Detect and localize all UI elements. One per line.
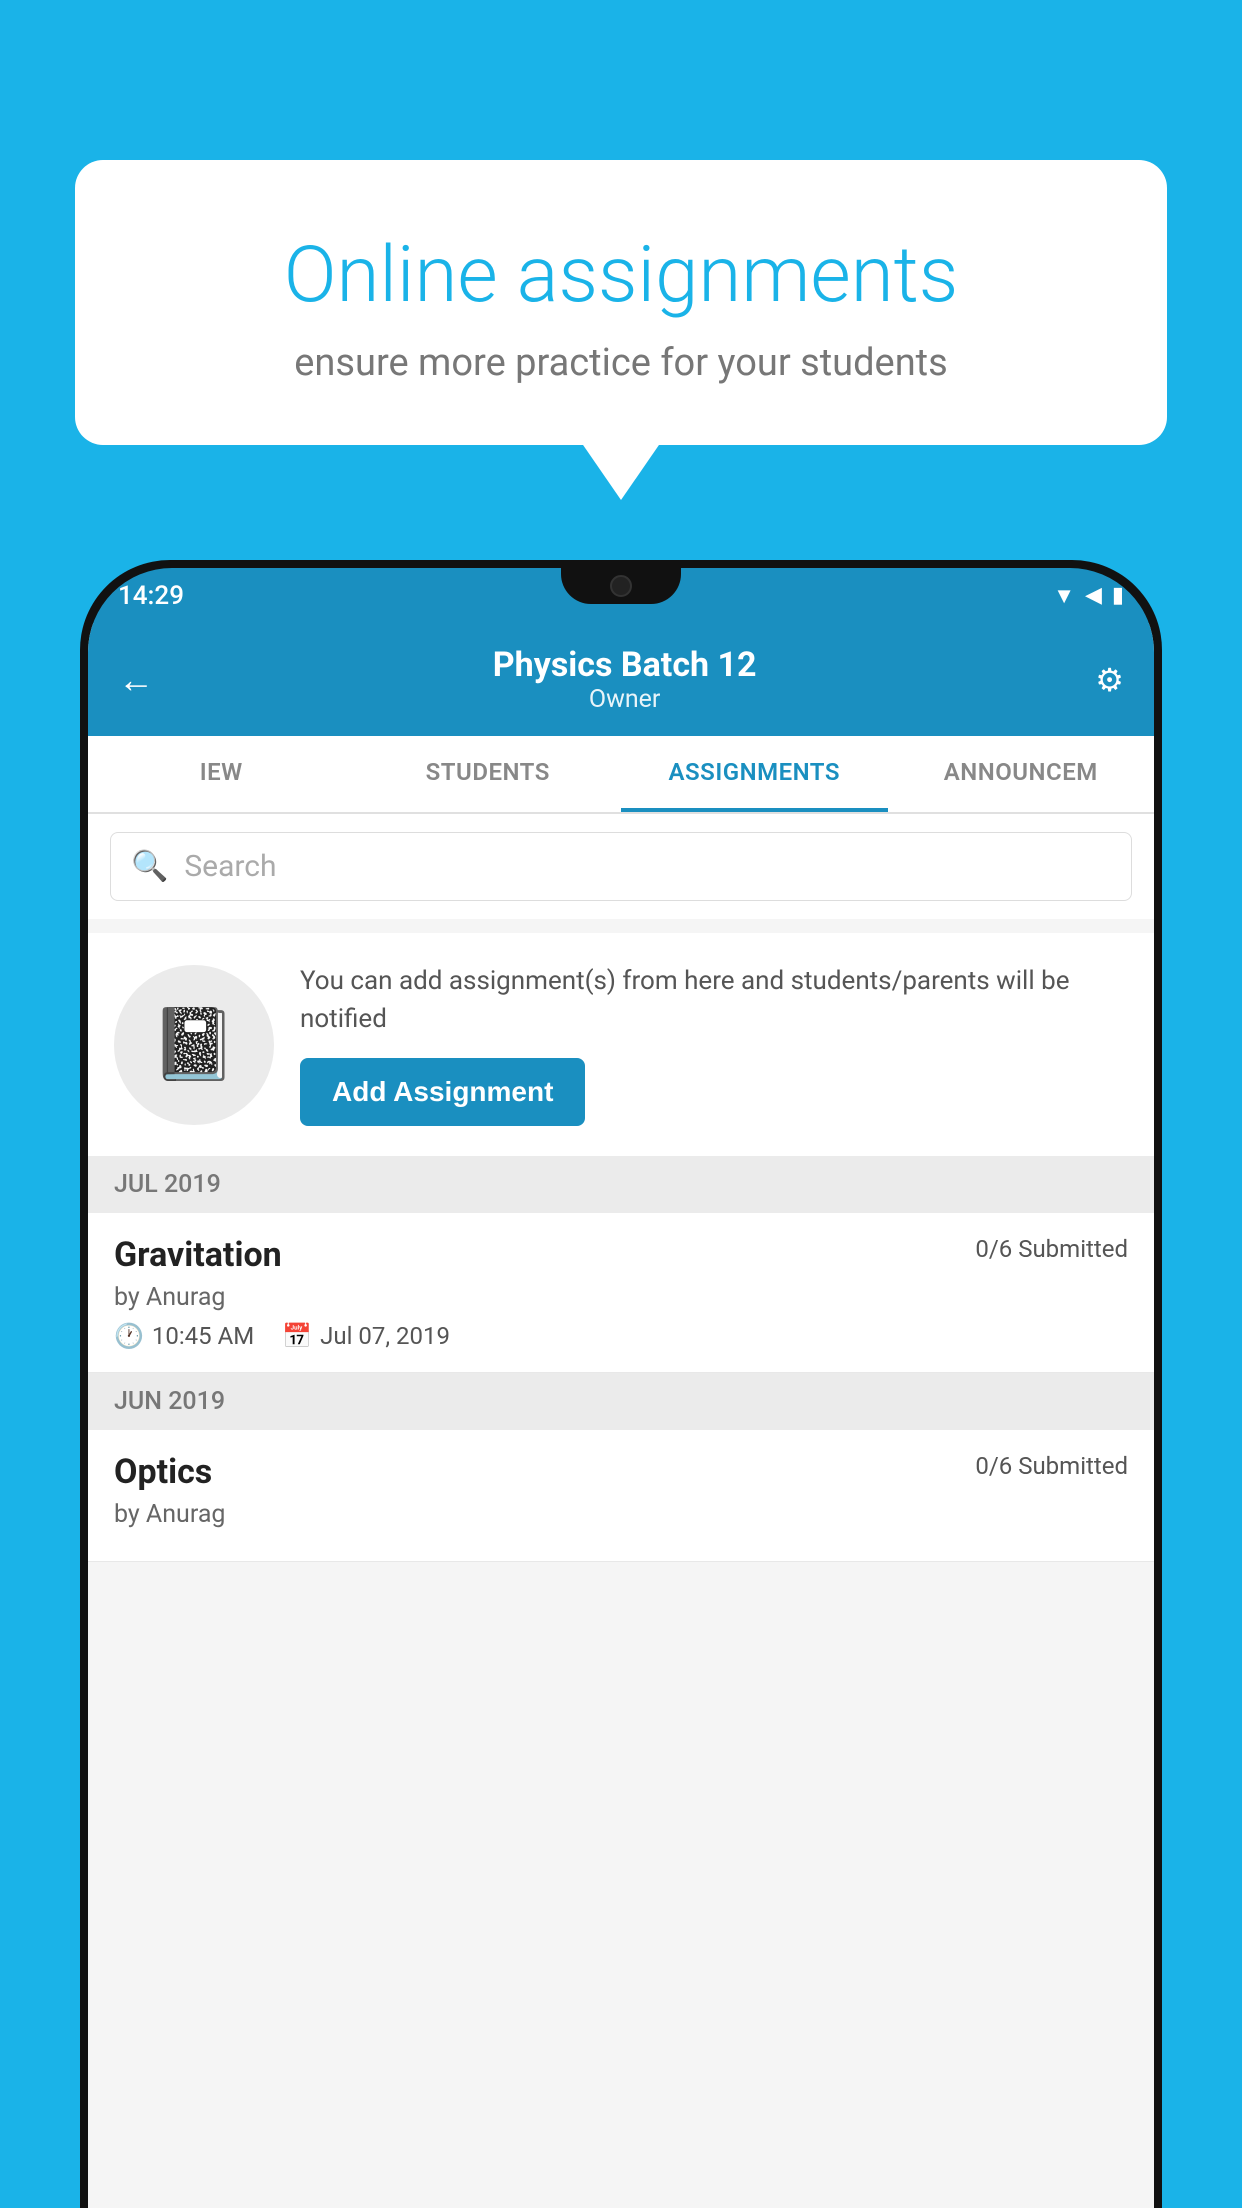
assignment-author-gravitation: by Anurag — [114, 1283, 1128, 1312]
add-assignment-button[interactable]: Add Assignment — [300, 1058, 585, 1126]
month-header-jul: JUL 2019 — [88, 1156, 1154, 1213]
signal-icon: ◀ — [1085, 583, 1102, 608]
assignment-top-optics: Optics 0/6 Submitted — [114, 1452, 1128, 1492]
status-icons: ▼ ◀ ▮ — [1053, 583, 1124, 609]
promo-icon-circle: 📓 — [114, 965, 274, 1125]
promo-section: 📓 You can add assignment(s) from here an… — [88, 933, 1154, 1156]
app-bar-center: Physics Batch 12 Owner — [493, 645, 757, 714]
assignment-item-optics[interactable]: Optics 0/6 Submitted by Anurag — [88, 1430, 1154, 1562]
assignment-title-optics: Optics — [114, 1452, 212, 1492]
tabs-container: IEW STUDENTS ASSIGNMENTS ANNOUNCEM — [88, 736, 1154, 814]
settings-button[interactable]: ⚙ — [1095, 661, 1124, 699]
calendar-icon: 📅 — [282, 1322, 312, 1350]
assignment-time: 10:45 AM — [152, 1322, 254, 1350]
wifi-icon: ▼ — [1053, 583, 1075, 609]
assignment-date: Jul 07, 2019 — [320, 1322, 450, 1350]
assignment-title-gravitation: Gravitation — [114, 1235, 282, 1275]
promo-text-block: You can add assignment(s) from here and … — [300, 963, 1128, 1126]
speech-bubble-section: Online assignments ensure more practice … — [75, 160, 1167, 445]
status-time: 14:29 — [118, 581, 184, 611]
assignment-item-gravitation[interactable]: Gravitation 0/6 Submitted by Anurag 🕐 10… — [88, 1213, 1154, 1373]
assignment-date-item: 📅 Jul 07, 2019 — [282, 1322, 450, 1350]
assignment-author-optics: by Anurag — [114, 1500, 1128, 1529]
assignment-top: Gravitation 0/6 Submitted — [114, 1235, 1128, 1275]
app-bar-title: Physics Batch 12 — [493, 645, 757, 685]
front-camera — [610, 575, 632, 597]
tab-students[interactable]: STUDENTS — [355, 736, 622, 812]
month-header-jun: JUN 2019 — [88, 1373, 1154, 1430]
search-bar[interactable]: 🔍 Search — [110, 832, 1132, 901]
tab-iew[interactable]: IEW — [88, 736, 355, 812]
phone-notch — [561, 568, 681, 604]
app-bar: ← Physics Batch 12 Owner ⚙ — [88, 623, 1154, 736]
notebook-icon: 📓 — [150, 1004, 237, 1086]
tab-assignments[interactable]: ASSIGNMENTS — [621, 736, 888, 812]
screen-content: ← Physics Batch 12 Owner ⚙ IEW STUDENTS … — [88, 623, 1154, 2208]
assignment-submitted-gravitation: 0/6 Submitted — [975, 1235, 1128, 1263]
search-container: 🔍 Search — [88, 814, 1154, 919]
search-placeholder[interactable]: Search — [184, 849, 276, 884]
search-icon: 🔍 — [131, 849, 168, 884]
promo-description: You can add assignment(s) from here and … — [300, 963, 1128, 1038]
speech-bubble-title: Online assignments — [135, 230, 1107, 321]
tab-announcements[interactable]: ANNOUNCEM — [888, 736, 1155, 812]
phone-inner: 14:29 ▼ ◀ ▮ ← Physics Batch 12 Owner ⚙ I… — [88, 568, 1154, 2208]
speech-bubble-subtitle: ensure more practice for your students — [135, 341, 1107, 385]
app-bar-subtitle: Owner — [493, 685, 757, 714]
phone-frame: 14:29 ▼ ◀ ▮ ← Physics Batch 12 Owner ⚙ I… — [80, 560, 1162, 2208]
back-button[interactable]: ← — [118, 659, 154, 701]
speech-bubble-card: Online assignments ensure more practice … — [75, 160, 1167, 445]
assignment-time-item: 🕐 10:45 AM — [114, 1322, 254, 1350]
clock-icon: 🕐 — [114, 1322, 144, 1350]
assignment-meta-gravitation: 🕐 10:45 AM 📅 Jul 07, 2019 — [114, 1322, 1128, 1350]
battery-icon: ▮ — [1112, 583, 1124, 608]
assignment-submitted-optics: 0/6 Submitted — [975, 1452, 1128, 1480]
